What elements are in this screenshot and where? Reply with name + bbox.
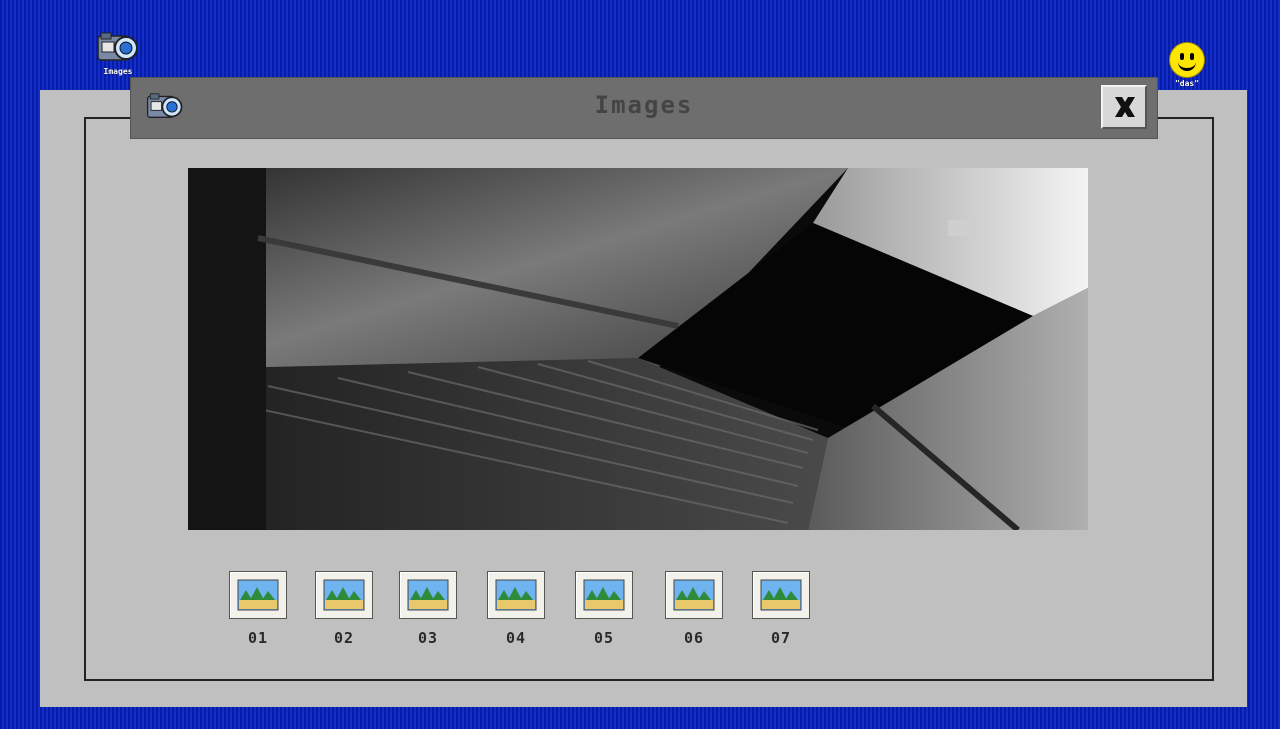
close-button[interactable] xyxy=(1101,85,1147,129)
image-viewer xyxy=(188,168,1088,530)
image-thumbnail-icon xyxy=(495,579,537,611)
thumbnail-04[interactable]: 04 xyxy=(487,571,545,647)
thumbnail-label: 02 xyxy=(333,629,355,647)
image-thumbnail-icon xyxy=(237,579,279,611)
thumbnail-label: 01 xyxy=(247,629,269,647)
desktop-icon-das[interactable]: "das" xyxy=(1164,42,1210,88)
desktop-icon-label: Images xyxy=(103,67,133,76)
close-icon xyxy=(1115,97,1135,117)
image-thumbnail-icon xyxy=(583,579,625,611)
thumbnail-05[interactable]: 05 xyxy=(575,571,633,647)
desktop-icon-label: "das" xyxy=(1174,79,1200,88)
thumbnail-06[interactable]: 06 xyxy=(665,571,723,647)
smiley-icon xyxy=(1169,42,1205,78)
thumbnail-label: 04 xyxy=(505,629,527,647)
thumbnail-07[interactable]: 07 xyxy=(752,571,810,647)
thumbnail-label: 05 xyxy=(593,629,615,647)
camera-icon xyxy=(97,32,138,61)
thumbnail-label: 06 xyxy=(683,629,705,647)
thumbnail-03[interactable]: 03 xyxy=(399,571,457,647)
staircase-photo xyxy=(188,168,1088,530)
desktop-icon-images[interactable]: Images xyxy=(92,30,144,76)
image-thumbnail-icon xyxy=(407,579,449,611)
thumbnail-label: 03 xyxy=(417,629,439,647)
thumbnail-02[interactable]: 02 xyxy=(315,571,373,647)
window-title: Images xyxy=(594,91,694,119)
thumbnail-label: 07 xyxy=(770,629,792,647)
thumbnail-01[interactable]: 01 xyxy=(229,571,287,647)
window-titlebar[interactable]: Images xyxy=(130,77,1158,139)
image-thumbnail-icon xyxy=(673,579,715,611)
image-thumbnail-icon xyxy=(323,579,365,611)
image-thumbnail-icon xyxy=(760,579,802,611)
